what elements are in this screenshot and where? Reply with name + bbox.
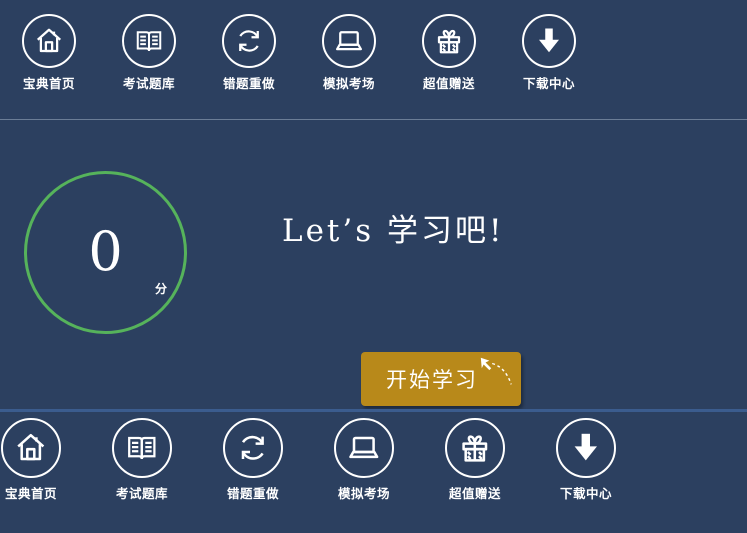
top-nav: 宝典首页 考试题库 错题重做 模拟考场 超值赠送 下载中心 <box>18 14 618 92</box>
nav-label: 宝典首页 <box>4 486 57 501</box>
gift-icon <box>422 14 476 68</box>
refresh-icon <box>223 418 283 478</box>
nav-label: 错题重做 <box>226 486 279 501</box>
download-icon <box>556 418 616 478</box>
bottom-nav: 宝典首页 考试题库 错题重做 模拟考场 超值赠送 下载中心 <box>0 418 664 502</box>
home-icon <box>1 418 61 478</box>
nav-label: 考试题库 <box>115 486 168 501</box>
footer-divider <box>0 409 747 412</box>
nav-item-downloads[interactable]: 下载中心 <box>518 14 580 92</box>
laptop-icon <box>334 418 394 478</box>
refresh-icon <box>222 14 276 68</box>
score-value: 0 <box>88 220 123 283</box>
nav-item-gifts[interactable]: 超值赠送 <box>418 14 480 92</box>
nav-item-question-bank[interactable]: 考试题库 <box>109 418 175 502</box>
nav-item-wrong-redo[interactable]: 错题重做 <box>220 418 286 502</box>
book-icon <box>112 418 172 478</box>
download-icon <box>522 14 576 68</box>
nav-item-mock-exam[interactable]: 模拟考场 <box>318 14 380 92</box>
nav-item-home[interactable]: 宝典首页 <box>0 418 64 502</box>
home-icon <box>22 14 76 68</box>
nav-item-downloads[interactable]: 下载中心 <box>553 418 619 502</box>
header-divider <box>0 119 747 120</box>
cursor-icon <box>480 357 512 385</box>
nav-label: 考试题库 <box>122 76 175 91</box>
start-learning-button[interactable]: 开始学习 <box>361 352 521 406</box>
laptop-icon <box>322 14 376 68</box>
nav-label: 超值赠送 <box>448 486 501 501</box>
nav-label: 下载中心 <box>559 486 612 501</box>
start-button-label: 开始学习 <box>386 368 478 392</box>
score-unit: 分 <box>155 282 168 296</box>
slogan-text: Let’s 学习吧! <box>282 213 505 249</box>
score-ring: 0 分 <box>24 171 187 334</box>
nav-item-mock-exam[interactable]: 模拟考场 <box>331 418 397 502</box>
nav-label: 模拟考场 <box>337 486 390 501</box>
nav-item-gifts[interactable]: 超值赠送 <box>442 418 508 502</box>
nav-label: 超值赠送 <box>422 76 475 91</box>
book-icon <box>122 14 176 68</box>
nav-item-home[interactable]: 宝典首页 <box>18 14 80 92</box>
nav-label: 模拟考场 <box>322 76 375 91</box>
nav-label: 宝典首页 <box>22 76 75 91</box>
nav-item-wrong-redo[interactable]: 错题重做 <box>218 14 280 92</box>
nav-label: 下载中心 <box>522 76 575 91</box>
gift-icon <box>445 418 505 478</box>
nav-label: 错题重做 <box>222 76 275 91</box>
nav-item-question-bank[interactable]: 考试题库 <box>118 14 180 92</box>
